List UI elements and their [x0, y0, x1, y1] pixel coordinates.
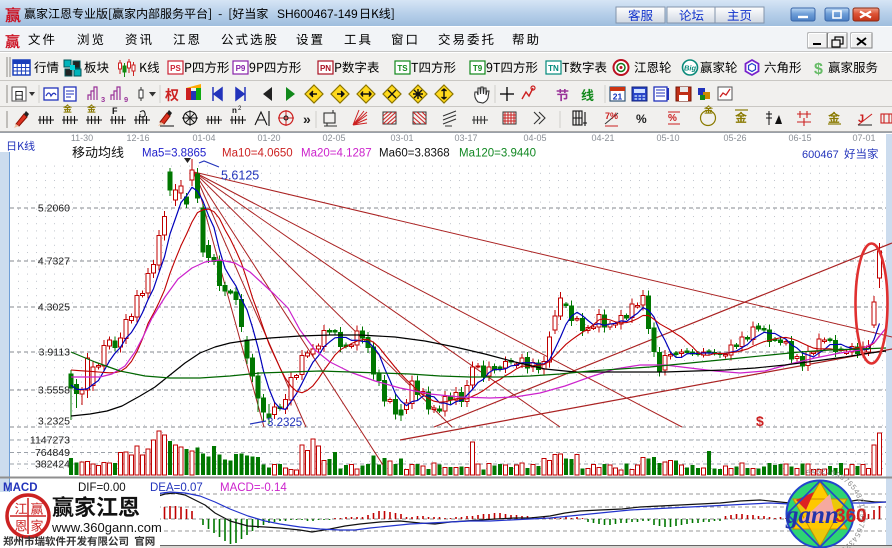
svg-text:12-16: 12-16 — [126, 133, 149, 143]
svg-text:Ma60=3.8368: Ma60=3.8368 — [379, 148, 450, 160]
svg-text:F: F — [112, 106, 118, 116]
svg-text:04-05: 04-05 — [523, 133, 546, 143]
svg-text:Ma20=4.1287: Ma20=4.1287 — [301, 148, 372, 160]
svg-text:%: % — [636, 112, 647, 126]
svg-text:n: n — [232, 106, 237, 115]
svg-text:Ma5=3.8865: Ma5=3.8865 — [142, 148, 206, 160]
svg-text:www.360gann.com: www.360gann.com — [51, 520, 162, 535]
svg-text:T9: T9 — [473, 64, 483, 73]
svg-text:764849: 764849 — [35, 447, 70, 459]
svg-text:Ma120=3.9440: Ma120=3.9440 — [459, 148, 536, 160]
svg-text:03-01: 03-01 — [390, 133, 413, 143]
svg-text:05-10: 05-10 — [656, 133, 679, 143]
svg-text:$: $ — [756, 413, 764, 429]
svg-text:3.2325: 3.2325 — [38, 416, 70, 428]
svg-text:TN: TN — [548, 64, 559, 73]
svg-text:TS: TS — [397, 64, 408, 73]
svg-text:11-30: 11-30 — [71, 133, 93, 143]
svg-text:3.5558: 3.5558 — [38, 385, 70, 397]
svg-text:gann: gann — [785, 502, 839, 529]
svg-text:06-15: 06-15 — [788, 133, 811, 143]
svg-text:5.2060: 5.2060 — [38, 203, 70, 215]
svg-text:P9: P9 — [236, 64, 246, 73]
svg-text:$: $ — [814, 61, 823, 78]
svg-text:01-20: 01-20 — [257, 133, 280, 143]
svg-text:3: 3 — [816, 466, 821, 475]
svg-text:Ma10=4.0650: Ma10=4.0650 — [222, 148, 293, 160]
svg-text:02-05: 02-05 — [322, 133, 345, 143]
svg-text:382424: 382424 — [35, 459, 70, 471]
svg-text:»: » — [303, 111, 311, 127]
svg-text:4.3025: 4.3025 — [38, 302, 70, 314]
svg-text:03-17: 03-17 — [454, 133, 477, 143]
svg-text:3.9113: 3.9113 — [39, 347, 70, 359]
svg-text:600467: 600467 — [802, 149, 839, 161]
svg-text:Big: Big — [684, 64, 697, 73]
svg-text:01-04: 01-04 — [192, 133, 215, 143]
svg-text:PS: PS — [170, 64, 181, 73]
svg-text:05-26: 05-26 — [723, 133, 746, 143]
svg-text:21: 21 — [613, 92, 623, 102]
svg-text:MACD=-0.14: MACD=-0.14 — [220, 482, 287, 494]
svg-text:04-21: 04-21 — [591, 133, 614, 143]
svg-text:%: % — [668, 113, 677, 124]
svg-text:4.7327: 4.7327 — [38, 256, 70, 268]
svg-text:7%: 7% — [605, 111, 618, 121]
svg-text:360: 360 — [835, 506, 867, 527]
svg-text:PN: PN — [320, 64, 331, 73]
svg-text:9: 9 — [124, 95, 128, 104]
svg-text:3.2325: 3.2325 — [267, 417, 302, 429]
svg-text:07-01: 07-01 — [852, 133, 875, 143]
svg-text:1147273: 1147273 — [30, 435, 70, 447]
svg-text:3: 3 — [101, 95, 105, 104]
svg-text:SH600467-149: SH600467-149 — [277, 7, 358, 21]
svg-text:5.6125: 5.6125 — [221, 169, 259, 183]
